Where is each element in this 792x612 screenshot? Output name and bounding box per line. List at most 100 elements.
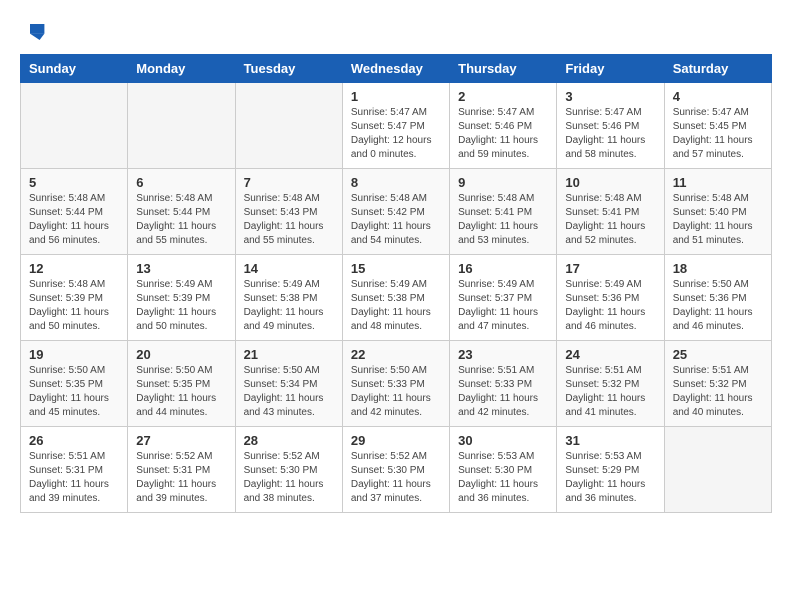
day-cell [664,427,771,513]
day-number: 2 [458,89,548,104]
day-number: 27 [136,433,226,448]
day-cell: 31 Sunrise: 5:53 AM Sunset: 5:29 PM Dayli… [557,427,664,513]
week-row-1: 1Sunrise: 5:47 AM Sunset: 5:47 PM Daylig… [21,83,772,169]
day-number: 21 [244,347,334,362]
day-number: 8 [351,175,441,190]
day-number: 31 [565,433,655,448]
week-row-4: 19 Sunrise: 5:50 AM Sunset: 5:35 PM Dayli… [21,341,772,427]
day-info: Sunrise: 5:51 AM Sunset: 5:31 PM Dayligh… [29,450,119,506]
day-info: Sunrise: 5:47 AM Sunset: 5:46 PM Dayligh… [458,106,548,162]
day-info: Sunrise: 5:48 AM Sunset: 5:44 PM Dayligh… [136,192,226,248]
day-number: 29 [351,433,441,448]
day-cell: 10 Sunrise: 5:48 AM Sunset: 5:41 PM Dayli… [557,169,664,255]
day-cell: 8 Sunrise: 5:48 AM Sunset: 5:42 PM Daylig… [342,169,449,255]
day-number: 16 [458,261,548,276]
calendar-table: Sunday Monday Tuesday Wednesday Thursday… [20,54,772,513]
day-number: 10 [565,175,655,190]
day-number: 30 [458,433,548,448]
day-info: Sunrise: 5:47 AM Sunset: 5:46 PM Dayligh… [565,106,655,162]
day-info: Sunrise: 5:51 AM Sunset: 5:32 PM Dayligh… [673,364,763,420]
day-cell: 3 Sunrise: 5:47 AM Sunset: 5:46 PM Daylig… [557,83,664,169]
day-info: Sunrise: 5:50 AM Sunset: 5:35 PM Dayligh… [29,364,119,420]
day-cell: 19 Sunrise: 5:50 AM Sunset: 5:35 PM Dayli… [21,341,128,427]
day-info: Sunrise: 5:48 AM Sunset: 5:41 PM Dayligh… [458,192,548,248]
day-number: 4 [673,89,763,104]
day-info: Sunrise: 5:49 AM Sunset: 5:38 PM Dayligh… [351,278,441,334]
day-info: Sunrise: 5:52 AM Sunset: 5:31 PM Dayligh… [136,450,226,506]
day-info: Sunrise: 5:51 AM Sunset: 5:32 PM Dayligh… [565,364,655,420]
day-cell: 21Sunrise: 5:50 AM Sunset: 5:34 PM Dayli… [235,341,342,427]
day-info: Sunrise: 5:48 AM Sunset: 5:41 PM Dayligh… [565,192,655,248]
day-cell: 12 Sunrise: 5:48 AM Sunset: 5:39 PM Dayli… [21,255,128,341]
day-info: Sunrise: 5:49 AM Sunset: 5:38 PM Dayligh… [244,278,334,334]
logo [20,20,46,44]
day-info: Sunrise: 5:52 AM Sunset: 5:30 PM Dayligh… [351,450,441,506]
day-number: 6 [136,175,226,190]
header-thursday: Thursday [450,55,557,83]
day-number: 23 [458,347,548,362]
day-cell: 9Sunrise: 5:48 AM Sunset: 5:41 PM Daylig… [450,169,557,255]
day-number: 1 [351,89,441,104]
day-cell: 13Sunrise: 5:49 AM Sunset: 5:39 PM Dayli… [128,255,235,341]
day-info: Sunrise: 5:48 AM Sunset: 5:44 PM Dayligh… [29,192,119,248]
day-cell: 22 Sunrise: 5:50 AM Sunset: 5:33 PM Dayli… [342,341,449,427]
day-cell: 5 Sunrise: 5:48 AM Sunset: 5:44 PM Daylig… [21,169,128,255]
day-info: Sunrise: 5:48 AM Sunset: 5:40 PM Dayligh… [673,192,763,248]
day-number: 26 [29,433,119,448]
day-info: Sunrise: 5:49 AM Sunset: 5:36 PM Dayligh… [565,278,655,334]
day-cell: 15 Sunrise: 5:49 AM Sunset: 5:38 PM Dayli… [342,255,449,341]
day-cell [235,83,342,169]
day-number: 14 [244,261,334,276]
day-number: 19 [29,347,119,362]
day-cell: 16 Sunrise: 5:49 AM Sunset: 5:37 PM Dayli… [450,255,557,341]
week-row-3: 12 Sunrise: 5:48 AM Sunset: 5:39 PM Dayli… [21,255,772,341]
day-cell: 24Sunrise: 5:51 AM Sunset: 5:32 PM Dayli… [557,341,664,427]
header-wednesday: Wednesday [342,55,449,83]
header-sunday: Sunday [21,55,128,83]
day-number: 15 [351,261,441,276]
day-number: 12 [29,261,119,276]
day-cell: 27 Sunrise: 5:52 AM Sunset: 5:31 PM Dayli… [128,427,235,513]
day-number: 22 [351,347,441,362]
day-cell: 30Sunrise: 5:53 AM Sunset: 5:30 PM Dayli… [450,427,557,513]
day-info: Sunrise: 5:50 AM Sunset: 5:33 PM Dayligh… [351,364,441,420]
day-cell: 7Sunrise: 5:48 AM Sunset: 5:43 PM Daylig… [235,169,342,255]
day-cell [21,83,128,169]
day-cell: 18Sunrise: 5:50 AM Sunset: 5:36 PM Dayli… [664,255,771,341]
day-cell: 1Sunrise: 5:47 AM Sunset: 5:47 PM Daylig… [342,83,449,169]
day-cell: 25 Sunrise: 5:51 AM Sunset: 5:32 PM Dayli… [664,341,771,427]
day-info: Sunrise: 5:51 AM Sunset: 5:33 PM Dayligh… [458,364,548,420]
day-cell: 2 Sunrise: 5:47 AM Sunset: 5:46 PM Daylig… [450,83,557,169]
day-info: Sunrise: 5:53 AM Sunset: 5:29 PM Dayligh… [565,450,655,506]
day-cell: 23 Sunrise: 5:51 AM Sunset: 5:33 PM Dayli… [450,341,557,427]
day-cell: 17 Sunrise: 5:49 AM Sunset: 5:36 PM Dayli… [557,255,664,341]
day-number: 20 [136,347,226,362]
day-info: Sunrise: 5:49 AM Sunset: 5:37 PM Dayligh… [458,278,548,334]
logo-icon [22,20,46,44]
day-info: Sunrise: 5:48 AM Sunset: 5:39 PM Dayligh… [29,278,119,334]
page-header [20,20,772,44]
day-number: 7 [244,175,334,190]
day-number: 25 [673,347,763,362]
day-cell: 14 Sunrise: 5:49 AM Sunset: 5:38 PM Dayli… [235,255,342,341]
day-cell: 28 Sunrise: 5:52 AM Sunset: 5:30 PM Dayli… [235,427,342,513]
day-cell: 6 Sunrise: 5:48 AM Sunset: 5:44 PM Daylig… [128,169,235,255]
day-info: Sunrise: 5:50 AM Sunset: 5:35 PM Dayligh… [136,364,226,420]
week-row-5: 26 Sunrise: 5:51 AM Sunset: 5:31 PM Dayli… [21,427,772,513]
header-monday: Monday [128,55,235,83]
header-tuesday: Tuesday [235,55,342,83]
day-number: 5 [29,175,119,190]
weekday-header-row: Sunday Monday Tuesday Wednesday Thursday… [21,55,772,83]
day-number: 3 [565,89,655,104]
day-number: 28 [244,433,334,448]
day-cell [128,83,235,169]
day-info: Sunrise: 5:50 AM Sunset: 5:36 PM Dayligh… [673,278,763,334]
day-number: 17 [565,261,655,276]
day-cell: 29 Sunrise: 5:52 AM Sunset: 5:30 PM Dayli… [342,427,449,513]
day-info: Sunrise: 5:47 AM Sunset: 5:45 PM Dayligh… [673,106,763,162]
day-number: 11 [673,175,763,190]
day-cell: 20 Sunrise: 5:50 AM Sunset: 5:35 PM Dayli… [128,341,235,427]
day-info: Sunrise: 5:48 AM Sunset: 5:42 PM Dayligh… [351,192,441,248]
day-info: Sunrise: 5:52 AM Sunset: 5:30 PM Dayligh… [244,450,334,506]
day-number: 13 [136,261,226,276]
